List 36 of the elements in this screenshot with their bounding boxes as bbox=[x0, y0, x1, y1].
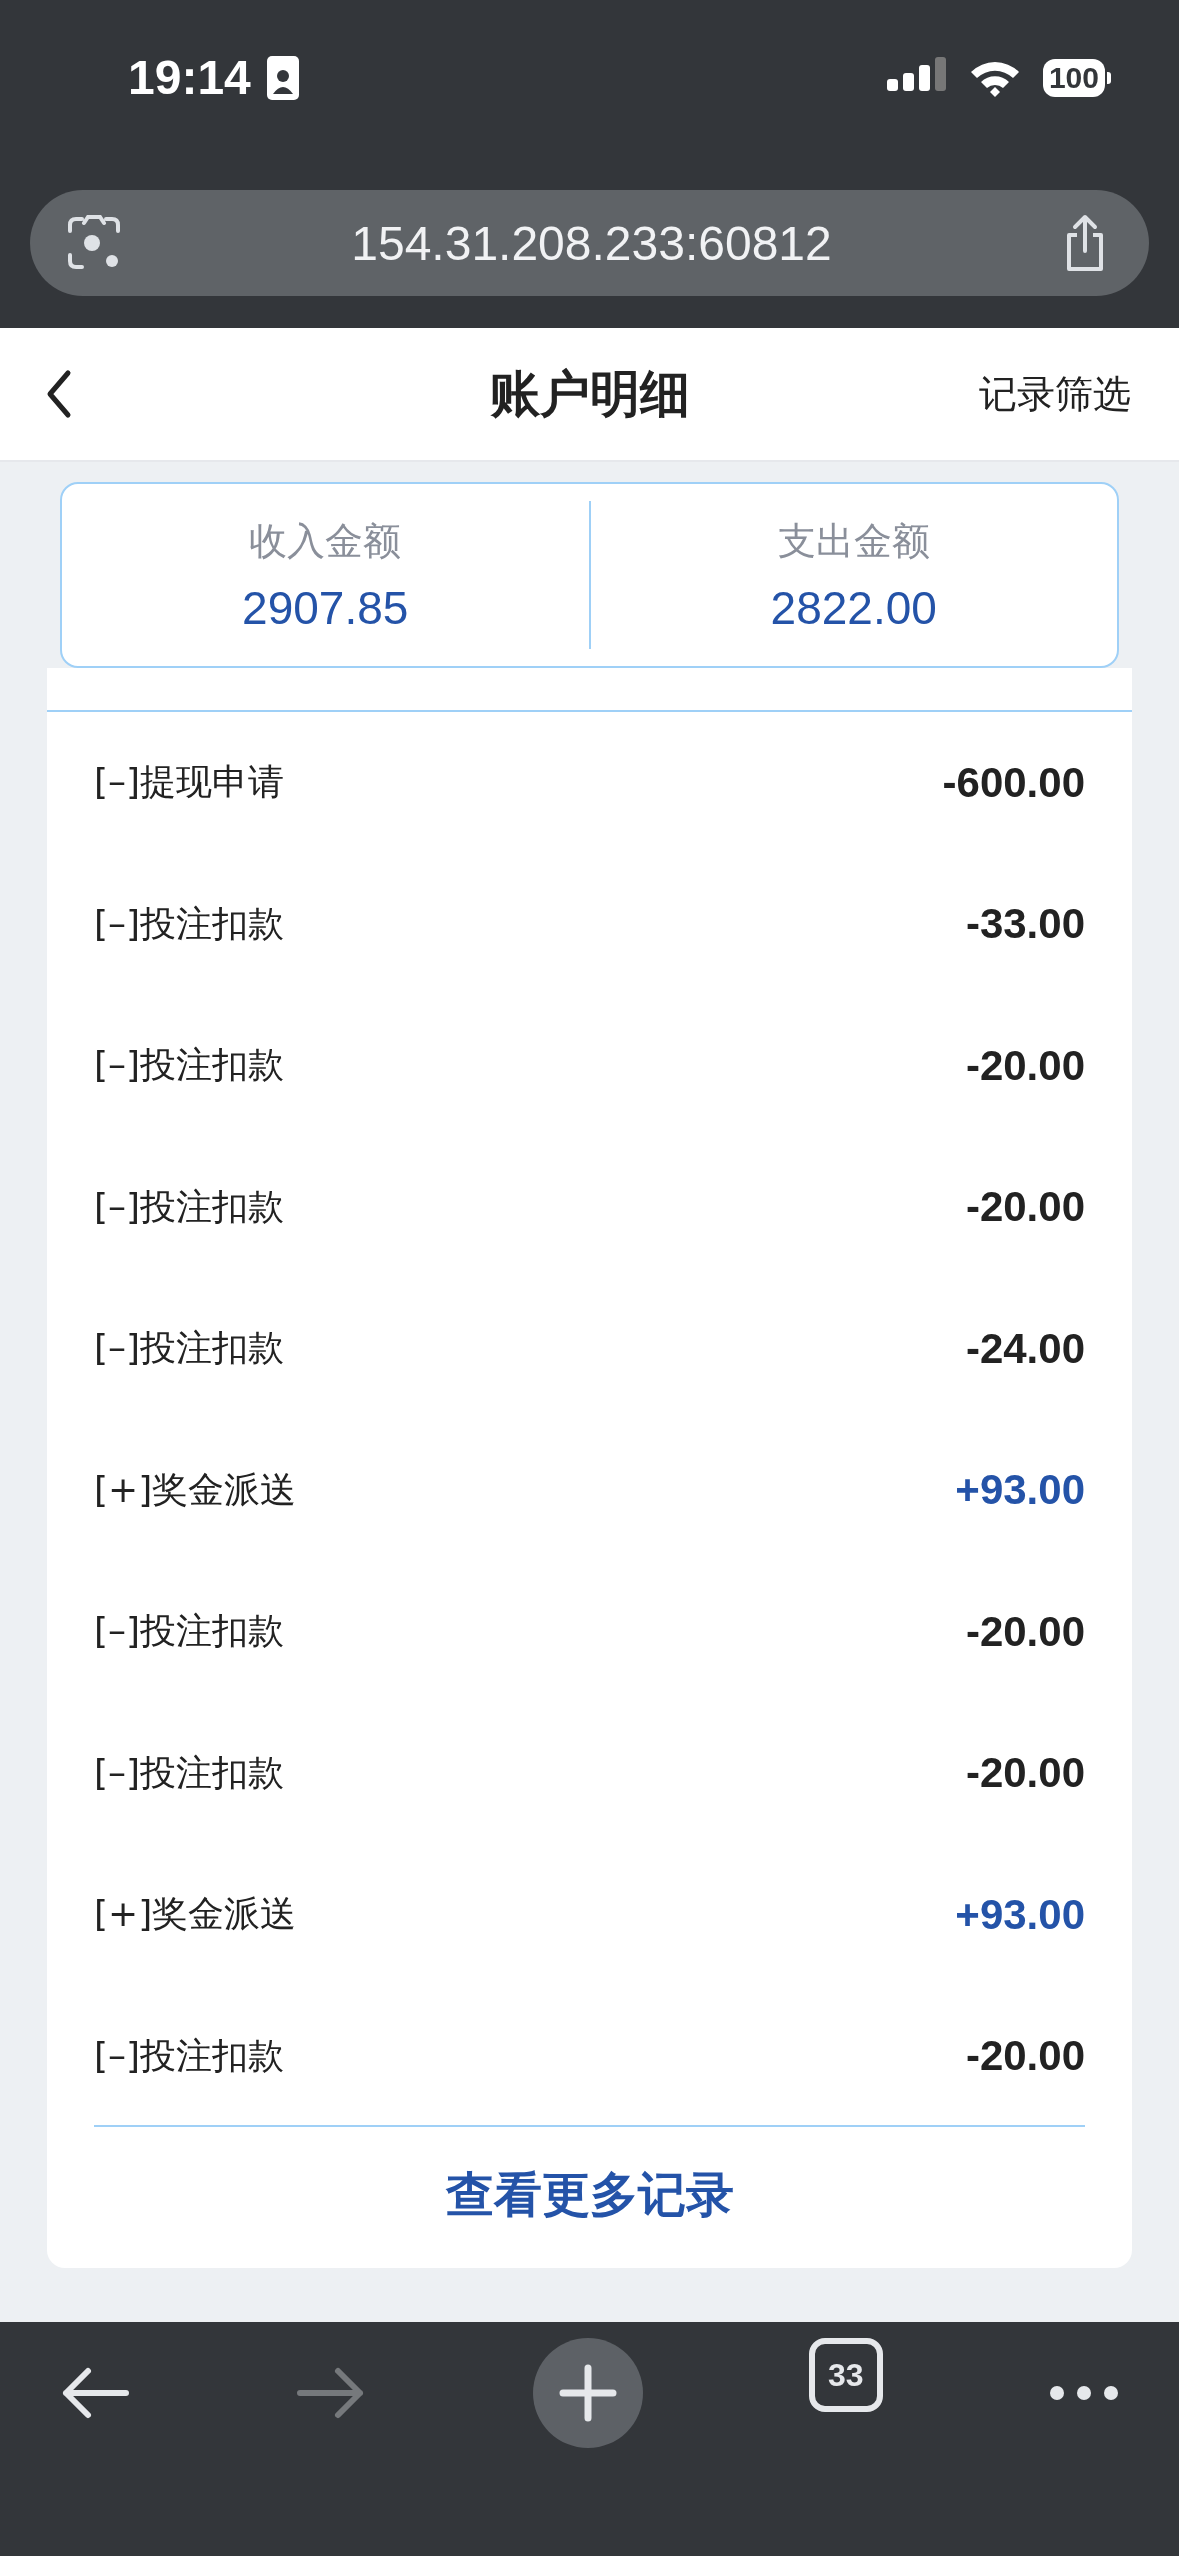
record-amount: +93.00 bbox=[955, 1466, 1085, 1515]
record-label: [–]投注扣款 bbox=[94, 1609, 285, 1654]
address-bar[interactable]: 154.31.208.233:60812 bbox=[30, 190, 1149, 296]
badge-icon bbox=[266, 55, 299, 100]
record-amount: -33.00 bbox=[965, 900, 1085, 949]
record-amount: -600.00 bbox=[942, 758, 1085, 807]
record-label: [–]投注扣款 bbox=[94, 1184, 285, 1229]
page-title: 账户明细 bbox=[489, 363, 690, 425]
record-amount: -20.00 bbox=[965, 1749, 1085, 1798]
summary-label: 收入金额 bbox=[249, 517, 402, 565]
summary-value: 2822.00 bbox=[770, 580, 937, 635]
record-label: [–]投注扣款 bbox=[94, 1043, 285, 1088]
camera-search-icon[interactable] bbox=[66, 215, 122, 271]
record-amount: -20.00 bbox=[965, 1607, 1085, 1656]
record-amount: -20.00 bbox=[965, 1183, 1085, 1232]
record-label: [–]提现申请 bbox=[94, 760, 285, 805]
record-label: [+]奖金派送 bbox=[94, 1892, 297, 1937]
back-arrow-icon[interactable] bbox=[60, 2365, 130, 2421]
record-label: [+]奖金派送 bbox=[94, 1467, 297, 1512]
record-label: [–]投注扣款 bbox=[94, 1750, 285, 1795]
record-label: [–]投注扣款 bbox=[94, 901, 285, 946]
summary-label: 支出金额 bbox=[777, 517, 930, 565]
record-label: [–]投注扣款 bbox=[94, 1326, 285, 1371]
tab-count-button[interactable]: 33 bbox=[808, 2338, 883, 2412]
more-records-link[interactable]: 查看更多记录 bbox=[445, 2163, 734, 2227]
url-text: 154.31.208.233:60812 bbox=[351, 215, 832, 271]
filter-link[interactable]: 记录筛选 bbox=[979, 368, 1131, 420]
record-amount: -20.00 bbox=[965, 2032, 1085, 2081]
record-amount: +93.00 bbox=[955, 1890, 1085, 1939]
summary-value: 2907.85 bbox=[242, 580, 409, 635]
status-time: 19:14 bbox=[128, 50, 251, 105]
record-label: [–]投注扣款 bbox=[94, 2033, 285, 2078]
record-amount: -24.00 bbox=[965, 1324, 1085, 1373]
more-icon[interactable] bbox=[1049, 2385, 1119, 2401]
record-amount: -20.00 bbox=[965, 1041, 1085, 1090]
new-tab-icon[interactable] bbox=[532, 2338, 643, 2448]
